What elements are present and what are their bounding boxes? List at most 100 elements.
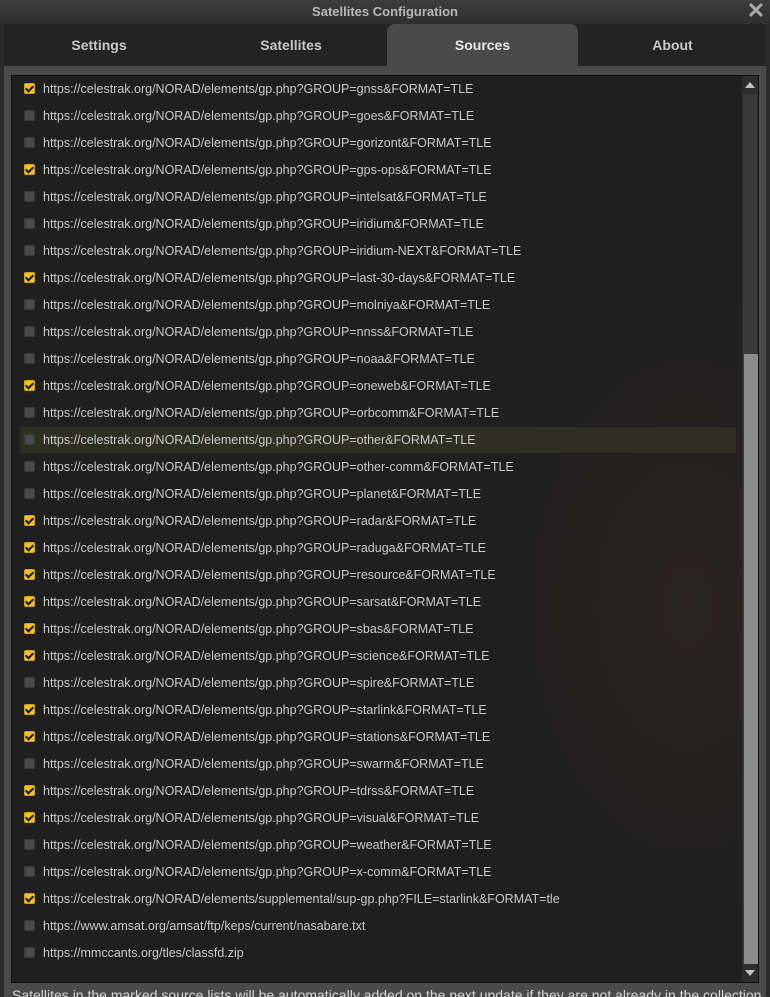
source-url: https://celestrak.org/NORAD/elements/gp.… xyxy=(43,487,482,501)
source-url: https://celestrak.org/NORAD/elements/gp.… xyxy=(43,244,522,258)
checkbox-checked[interactable] xyxy=(24,812,35,823)
checkbox-unchecked[interactable] xyxy=(24,299,35,310)
source-list-item[interactable]: https://celestrak.org/NORAD/elements/gp.… xyxy=(20,562,736,588)
source-url: https://celestrak.org/NORAD/elements/gp.… xyxy=(43,568,496,582)
source-list-item[interactable]: https://celestrak.org/NORAD/elements/gp.… xyxy=(20,346,736,372)
source-list-item[interactable]: https://www.amsat.org/amsat/ftp/keps/cur… xyxy=(20,913,736,939)
status-message: Satellites in the marked source lists wi… xyxy=(12,987,766,997)
source-list-item[interactable]: https://celestrak.org/NORAD/elements/gp.… xyxy=(20,76,736,102)
checkbox-checked[interactable] xyxy=(24,704,35,715)
checkbox-unchecked[interactable] xyxy=(24,245,35,256)
source-list-item[interactable]: https://celestrak.org/NORAD/elements/gp.… xyxy=(20,643,736,669)
source-list-item[interactable]: https://celestrak.org/NORAD/elements/sup… xyxy=(20,886,736,912)
source-list-item[interactable]: https://celestrak.org/NORAD/elements/gp.… xyxy=(20,589,736,615)
source-list-item[interactable]: https://celestrak.org/NORAD/elements/gp.… xyxy=(20,157,736,183)
source-list-item[interactable]: https://celestrak.org/NORAD/elements/gp.… xyxy=(20,184,736,210)
source-url: https://celestrak.org/NORAD/elements/gp.… xyxy=(43,325,474,339)
source-url: https://celestrak.org/NORAD/elements/gp.… xyxy=(43,838,492,852)
scroll-down-icon[interactable] xyxy=(745,970,755,976)
checkbox-unchecked[interactable] xyxy=(24,839,35,850)
checkbox-checked[interactable] xyxy=(24,650,35,661)
checkbox-unchecked[interactable] xyxy=(24,947,35,958)
source-list-item[interactable]: https://celestrak.org/NORAD/elements/gp.… xyxy=(20,454,736,480)
checkbox-checked[interactable] xyxy=(24,893,35,904)
sources-panel: https://celestrak.org/NORAD/elements/gp.… xyxy=(4,66,766,997)
source-url: https://celestrak.org/NORAD/elements/gp.… xyxy=(43,379,491,393)
source-list-item[interactable]: https://celestrak.org/NORAD/elements/gp.… xyxy=(20,265,736,291)
checkbox-unchecked[interactable] xyxy=(24,677,35,688)
source-list-item[interactable]: https://celestrak.org/NORAD/elements/gp.… xyxy=(20,238,736,264)
source-url: https://celestrak.org/NORAD/elements/gp.… xyxy=(43,595,482,609)
checkbox-unchecked[interactable] xyxy=(24,407,35,418)
source-list-item[interactable]: https://celestrak.org/NORAD/elements/gp.… xyxy=(20,211,736,237)
scroll-track[interactable] xyxy=(743,94,758,964)
checkbox-checked[interactable] xyxy=(24,785,35,796)
vertical-scrollbar[interactable] xyxy=(742,76,758,982)
checkbox-checked[interactable] xyxy=(24,515,35,526)
checkbox-unchecked[interactable] xyxy=(24,920,35,931)
source-list-item[interactable]: https://celestrak.org/NORAD/elements/gp.… xyxy=(20,535,736,561)
source-list-item[interactable]: https://celestrak.org/NORAD/elements/gp.… xyxy=(20,697,736,723)
checkbox-unchecked[interactable] xyxy=(24,488,35,499)
tab-sources[interactable]: Sources xyxy=(387,24,578,66)
source-url: https://celestrak.org/NORAD/elements/gp.… xyxy=(43,433,476,447)
source-list-item[interactable]: https://celestrak.org/NORAD/elements/gp.… xyxy=(20,616,736,642)
source-url: https://celestrak.org/NORAD/elements/gp.… xyxy=(43,811,480,825)
source-list-item[interactable]: https://celestrak.org/NORAD/elements/gp.… xyxy=(20,319,736,345)
tab-settings[interactable]: Settings xyxy=(4,24,194,66)
source-list-item[interactable]: https://celestrak.org/NORAD/elements/gp.… xyxy=(20,481,736,507)
window-title: Satellites Configuration xyxy=(312,4,458,19)
source-url: https://celestrak.org/NORAD/elements/gp.… xyxy=(43,163,492,177)
source-list-item[interactable]: https://celestrak.org/NORAD/elements/gp.… xyxy=(20,427,736,453)
checkbox-checked[interactable] xyxy=(24,272,35,283)
scroll-thumb[interactable] xyxy=(744,354,758,964)
checkbox-checked[interactable] xyxy=(24,623,35,634)
source-list-item[interactable]: https://celestrak.org/NORAD/elements/gp.… xyxy=(20,508,736,534)
source-url: https://celestrak.org/NORAD/elements/gp.… xyxy=(43,541,487,555)
source-list-item[interactable]: https://celestrak.org/NORAD/elements/gp.… xyxy=(20,373,736,399)
checkbox-checked[interactable] xyxy=(24,380,35,391)
checkbox-checked[interactable] xyxy=(24,731,35,742)
checkbox-unchecked[interactable] xyxy=(24,353,35,364)
source-url: https://celestrak.org/NORAD/elements/gp.… xyxy=(43,784,475,798)
scroll-up-icon[interactable] xyxy=(745,82,755,88)
source-list-item[interactable]: https://celestrak.org/NORAD/elements/gp.… xyxy=(20,103,736,129)
source-url: https://celestrak.org/NORAD/elements/gp.… xyxy=(43,190,487,204)
source-list-item[interactable]: https://celestrak.org/NORAD/elements/gp.… xyxy=(20,832,736,858)
checkbox-checked[interactable] xyxy=(24,542,35,553)
checkbox-unchecked[interactable] xyxy=(24,191,35,202)
close-icon[interactable]: ✕ xyxy=(746,0,766,22)
source-list-item[interactable]: https://celestrak.org/NORAD/elements/gp.… xyxy=(20,400,736,426)
checkbox-unchecked[interactable] xyxy=(24,866,35,877)
source-url: https://celestrak.org/NORAD/elements/gp.… xyxy=(43,865,492,879)
satellites-config-window: Satellites Configuration ✕ Settings Sate… xyxy=(0,0,770,997)
source-list-item[interactable]: https://celestrak.org/NORAD/elements/gp.… xyxy=(20,724,736,750)
checkbox-unchecked[interactable] xyxy=(24,110,35,121)
title-bar: Satellites Configuration ✕ xyxy=(0,0,770,24)
checkbox-unchecked[interactable] xyxy=(24,434,35,445)
checkbox-unchecked[interactable] xyxy=(24,326,35,337)
source-list-item[interactable]: https://celestrak.org/NORAD/elements/gp.… xyxy=(20,130,736,156)
source-list-item[interactable]: https://celestrak.org/NORAD/elements/gp.… xyxy=(20,751,736,777)
source-url: https://celestrak.org/NORAD/elements/gp.… xyxy=(43,406,500,420)
checkbox-checked[interactable] xyxy=(24,569,35,580)
source-url: https://celestrak.org/NORAD/elements/gp.… xyxy=(43,136,492,150)
source-list-item[interactable]: https://mmccants.org/tles/classfd.zip xyxy=(20,940,736,966)
sources-list[interactable]: https://celestrak.org/NORAD/elements/gp.… xyxy=(11,75,759,983)
checkbox-unchecked[interactable] xyxy=(24,137,35,148)
source-list-item[interactable]: https://celestrak.org/NORAD/elements/gp.… xyxy=(20,292,736,318)
checkbox-unchecked[interactable] xyxy=(24,758,35,769)
tab-about[interactable]: About xyxy=(579,24,766,66)
source-url: https://celestrak.org/NORAD/elements/gp.… xyxy=(43,730,491,744)
source-list-item[interactable]: https://celestrak.org/NORAD/elements/gp.… xyxy=(20,778,736,804)
checkbox-checked[interactable] xyxy=(24,596,35,607)
checkbox-unchecked[interactable] xyxy=(24,218,35,229)
source-list-item[interactable]: https://celestrak.org/NORAD/elements/gp.… xyxy=(20,805,736,831)
checkbox-checked[interactable] xyxy=(24,164,35,175)
checkbox-checked[interactable] xyxy=(24,83,35,94)
source-list-item[interactable]: https://celestrak.org/NORAD/elements/gp.… xyxy=(20,859,736,885)
source-url: https://celestrak.org/NORAD/elements/gp.… xyxy=(43,514,477,528)
checkbox-unchecked[interactable] xyxy=(24,461,35,472)
source-list-item[interactable]: https://celestrak.org/NORAD/elements/gp.… xyxy=(20,670,736,696)
tab-satellites[interactable]: Satellites xyxy=(196,24,386,66)
